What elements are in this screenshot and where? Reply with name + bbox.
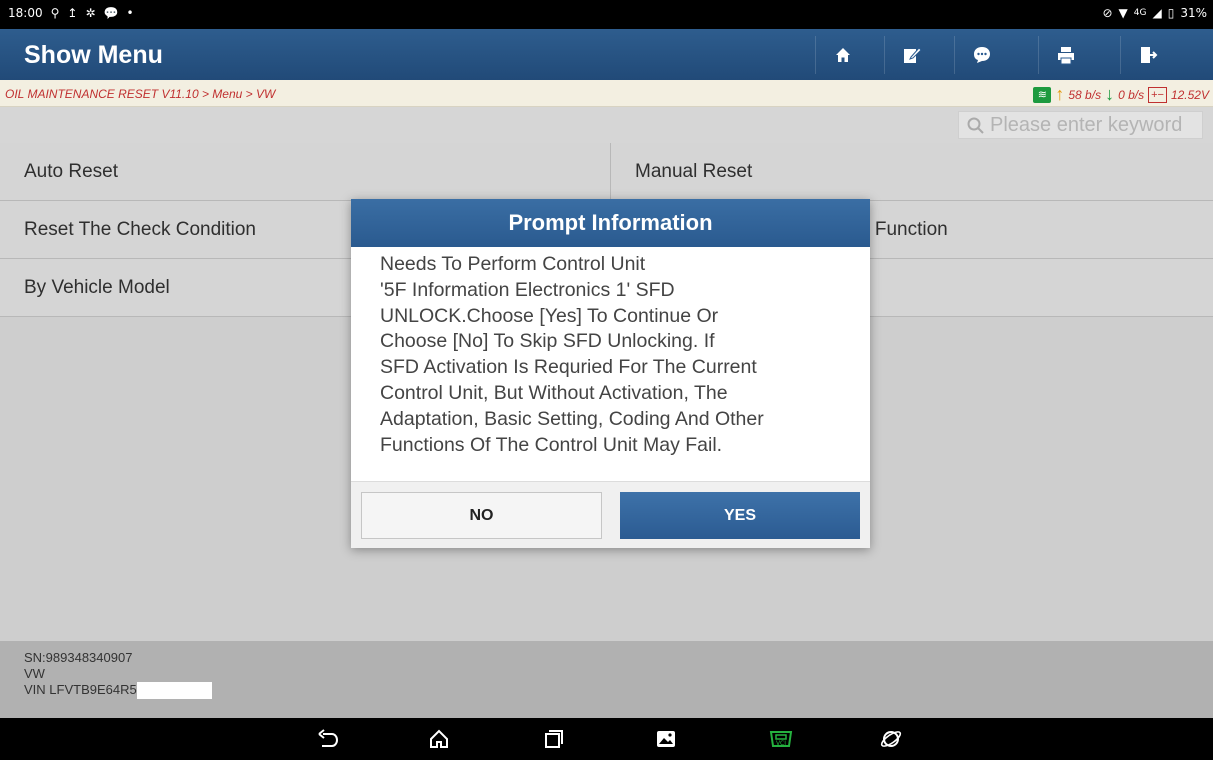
no-button[interactable]: NO (361, 492, 602, 539)
battery-voltage-icon: +− (1148, 86, 1167, 103)
dialog-actions: NO YES (351, 481, 870, 548)
search-placeholder: Please enter keyword (990, 113, 1183, 136)
search-row: Please enter keyword (0, 107, 1213, 143)
edit-button[interactable] (884, 36, 938, 74)
home-icon (835, 48, 850, 62)
browser-button[interactable] (876, 726, 906, 752)
edit-icon (903, 47, 922, 63)
prompt-dialog: Prompt Information Needs To Perform Cont… (351, 199, 870, 548)
download-arrow-icon: ↓ (1105, 84, 1115, 104)
gallery-icon (657, 731, 675, 747)
upload-icon: ↥ (67, 6, 78, 20)
dialog-message-line: Control Unit, But Without Activation, Th… (380, 381, 728, 404)
battery-icon: ▯ (1167, 6, 1175, 20)
home-outline-icon (430, 729, 448, 748)
dot-icon: • (126, 6, 134, 20)
header: Show Menu (0, 29, 1213, 80)
home-nav-button[interactable] (424, 726, 454, 752)
upload-arrow-icon: ↑ (1055, 84, 1065, 104)
dialog-message: Needs To Perform Control Unit '5F Inform… (380, 252, 850, 458)
cell-signal-icon: ◢ (1152, 6, 1162, 20)
vehicle-make: VW (24, 666, 45, 681)
print-icon (1057, 47, 1074, 65)
page-title: Show Menu (24, 41, 163, 69)
battery-voltage: 12.52V (1170, 87, 1209, 102)
vci-icon: VCI (769, 731, 793, 747)
message-button[interactable] (954, 36, 1008, 74)
dialog-message-line: Needs To Perform Control Unit (380, 253, 646, 275)
yes-button[interactable]: YES (620, 492, 860, 539)
chat-icon: 💬 (103, 6, 119, 20)
back-icon (318, 729, 339, 747)
dialog-message-line: Adaptation, Basic Setting, Coding And Ot… (380, 407, 764, 430)
usb-icon: ⚲ (50, 6, 60, 20)
dialog-message-line: Functions Of The Control Unit May Fail. (380, 433, 723, 456)
breadcrumb-bar: OIL MAINTENANCE RESET V11.10 > Menu > VW… (0, 80, 1213, 107)
serial-number: SN:989348340907 (24, 650, 133, 665)
recents-icon (545, 730, 563, 748)
wifi-signal-icon: ▼ (1118, 6, 1128, 20)
system-nav-bar: VCI (0, 718, 1213, 760)
exit-icon (1140, 47, 1157, 63)
wifi-icon: ≋ (1033, 86, 1052, 103)
message-icon (973, 47, 990, 63)
dialog-message-line: '5F Information Electronics 1' SFD (380, 278, 675, 301)
home-button[interactable] (815, 36, 869, 74)
download-rate: 0 b/s (1118, 87, 1145, 102)
back-button[interactable] (313, 726, 343, 752)
svg-text:VCI: VCI (776, 740, 786, 747)
dialog-message-line: SFD Activation Is Requried For The Curre… (380, 356, 757, 379)
exit-button[interactable] (1120, 36, 1174, 74)
vin-number: VIN LFVTB9E64R5 (24, 682, 137, 697)
browser-icon (880, 731, 902, 747)
battery-level: 31% (1180, 6, 1207, 20)
network-status: ≋ ↑ 58 b/s ↓ 0 b/s +− 12.52V (1033, 84, 1209, 105)
gallery-button[interactable] (651, 726, 681, 752)
dialog-title: Prompt Information (351, 199, 870, 247)
recents-button[interactable] (539, 726, 569, 752)
status-bar: 18:00 ⚲ ↥ ✲ 💬 • ⊘ ▼ 4G ◢ ▯ 31% (0, 0, 1213, 29)
alarm-off-icon: ⊘ (1102, 6, 1113, 20)
dialog-message-line: Choose [No] To Skip SFD Unlocking. If (380, 330, 715, 353)
print-button[interactable] (1038, 36, 1092, 74)
network-type: 4G (1133, 8, 1147, 18)
settings-alert-icon: ✲ (85, 6, 96, 20)
device-info-footer: SN:989348340907 VW VIN LFVTB9E64R5 (0, 641, 1213, 718)
upload-rate: 58 b/s (1068, 87, 1102, 102)
redaction-box (136, 682, 212, 699)
search-icon (967, 117, 984, 134)
status-time: 18:00 (8, 6, 43, 20)
breadcrumb: OIL MAINTENANCE RESET V11.10 > Menu > VW (5, 87, 276, 101)
search-input[interactable]: Please enter keyword (958, 111, 1203, 139)
dialog-message-line: UNLOCK.Choose [Yes] To Continue Or (380, 304, 719, 327)
vci-button[interactable]: VCI (766, 726, 796, 752)
